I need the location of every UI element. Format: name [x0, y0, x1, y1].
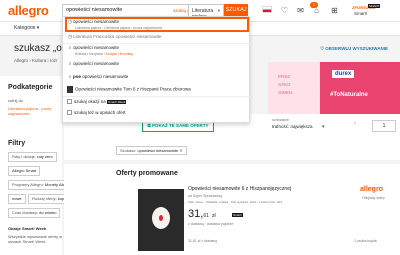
product-seller: od Super Sprzedawcy [188, 194, 223, 198]
product-buyers: 1 osoba kupiła [354, 239, 377, 243]
active-filter-row: Szukasz: opowieści niesamowite ✕ [64, 142, 400, 160]
page-title: szukasz „op [14, 43, 68, 54]
favorite-icon[interactable]: ♡ [378, 186, 383, 193]
smart-badge: SMART [368, 4, 381, 8]
page-input[interactable]: 1 [372, 120, 396, 132]
suggestion-item[interactable]: ⌕ poe opowieści niesamowite [67, 74, 129, 80]
promo-line: PREZ [278, 74, 291, 79]
promoted-title: Oferty promowane [116, 170, 178, 177]
checkbox[interactable] [67, 110, 72, 116]
filter-chip[interactable]: nowe [8, 194, 26, 204]
search-term-chip[interactable]: Szukasz: opowieści niesamowite ✕ [116, 146, 187, 155]
promo-banner-left[interactable]: PREZ ATKO OWEN [268, 62, 320, 114]
promo-banner[interactable]: durex #ToNaturalne [320, 62, 400, 114]
cover-art-dot [159, 215, 163, 221]
sort-label: sortowanie [272, 118, 289, 122]
product-image[interactable] [138, 189, 184, 251]
subcategories-title: Podkategorie [8, 84, 53, 91]
filter-chip[interactable]: Allegro Smart [8, 166, 41, 176]
suggestion-item[interactable]: ⌕ opowieści niesamowite Kultura i rozrywk… [67, 45, 133, 56]
official-store-label: Oficjalny sklep [362, 196, 385, 200]
checkbox[interactable] [67, 99, 72, 105]
product-thumbnail [67, 86, 73, 93]
back-link[interactable]: cofnij do [8, 98, 23, 103]
smart-week-title: Okazje Smart! Week [8, 226, 47, 231]
suggestion-item[interactable]: ◷Literatura Francuska opowieści niesamow… [67, 34, 162, 40]
notification-badge: 1 [310, 2, 318, 8]
allegro-logo[interactable]: allegro [8, 3, 49, 18]
smart-badge: Smart! [232, 213, 243, 217]
heart-icon[interactable]: ♡ [280, 6, 289, 15]
promo-line: ATKO [278, 82, 291, 87]
promo-hashtag: #ToNaturalne [330, 92, 368, 98]
sidebar: Podkategorie cofnij do Literatura piękna… [0, 76, 79, 255]
sort-select[interactable]: trafność: największa [272, 124, 313, 129]
divider [63, 96, 251, 97]
user-subtitle: Smart! [354, 11, 368, 16]
suggestion-item[interactable]: ◷opowieści niesamowite Literatura piękna… [67, 19, 162, 30]
filters-title: Filtry [8, 140, 26, 147]
language-flag-icon[interactable] [262, 6, 272, 13]
product-shipping: z dostawą · dostawa pojutrze [188, 222, 234, 226]
search-suggestions-dropdown: ◷opowieści niesamowite Literatura piękna… [62, 16, 251, 123]
watch-search-button[interactable]: ♡ OBSERWUJ WYSZUKIWANIE [320, 46, 388, 52]
prev-page-icon[interactable]: ‹ [354, 121, 356, 127]
promo-line: OWEN [278, 90, 292, 95]
promoted-offers: Oferty promowane Opowieści niesamowite 6… [64, 164, 400, 255]
promo-brand: durex [332, 70, 355, 78]
search-option[interactable]: szukaj też w opisach ofert [67, 110, 126, 116]
product-price: 31,61 zł [188, 208, 216, 220]
filter-chip[interactable]: Raty i okazje: raty zero [8, 152, 57, 162]
smart-week-text: Wszystkie wyszukane oferty w ramach Smar… [8, 234, 63, 244]
active-category-link[interactable]: Literatura piękna - prozy zagraniczne [8, 106, 58, 116]
categories-menu[interactable]: Kategorie ▾ [14, 25, 39, 31]
user-menu[interactable]: ZPORTUOSF SMART Smart! [352, 3, 398, 19]
product-total: 31,61 zł z dostawą [188, 239, 217, 243]
search-option[interactable]: szukaj okazji na Smart! Week [67, 99, 127, 105]
divider [63, 43, 251, 44]
product-meta: Stan: Nowy · Okładka: miękka · Rok wydan… [188, 200, 282, 204]
chevron-down-icon: ▾ [322, 124, 325, 130]
suggestion-item[interactable]: Opowieści niesamowite Tom 6 z Hiszpanii … [67, 86, 191, 93]
product-title[interactable]: Opowieści niesamowite 6 z Hiszpanojęzycz… [188, 186, 291, 192]
chevron-down-icon: ▾ [217, 8, 220, 13]
breadcrumb[interactable]: Allegro › Kultura i rozr [14, 58, 58, 63]
search-input[interactable]: opowieści niesamowite [66, 7, 122, 13]
suggestion-item[interactable]: ⌕ opowieści niesamowite [67, 61, 119, 67]
filter-chip[interactable]: Czas dostawy: do wtorku [8, 208, 61, 218]
cart-icon[interactable]: ⊞ [330, 6, 339, 15]
chat-icon[interactable]: ✉ [296, 6, 305, 15]
